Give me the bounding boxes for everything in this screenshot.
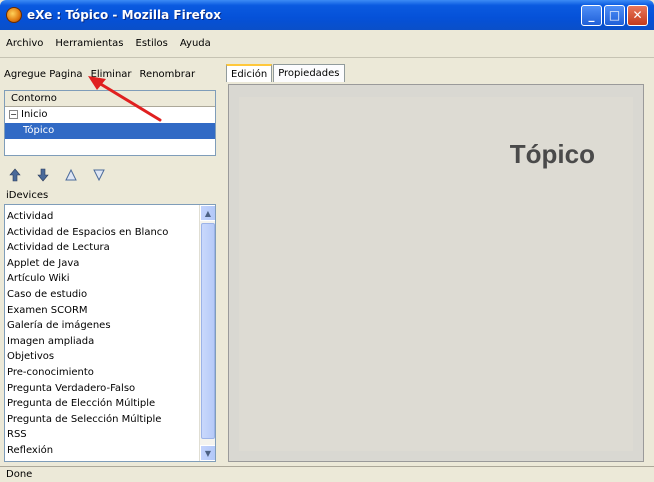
idevice-item[interactable]: Actividad de Lectura [7,240,201,256]
maximize-icon: □ [608,8,621,22]
idevice-item[interactable]: Galería de imágenes [7,318,201,334]
tree-node-label: Tópico [23,125,55,136]
idevice-item[interactable]: Pregunta Verdadero-Falso [7,381,201,397]
page-content: Tópico [239,97,633,451]
idevice-item[interactable]: Examen SCORM [7,303,201,319]
annotation-arrow-icon [88,76,162,122]
idevice-item[interactable]: Artículo Wiki [7,271,201,287]
menu-estilos[interactable]: Estilos [136,38,168,49]
move-up-icon[interactable] [64,168,78,182]
scroll-thumb[interactable] [201,223,215,439]
node-move-toolbar [8,166,106,184]
tree-node-topico[interactable]: Tópico [5,123,215,139]
menu-archivo[interactable]: Archivo [6,38,43,49]
maximize-button[interactable]: □ [604,5,625,26]
idevice-item[interactable]: Pregunta de Elección Múltiple [7,396,201,412]
idevice-item[interactable]: Pre-conocimiento [7,365,201,381]
idevice-item[interactable]: RSS [7,427,201,443]
move-down-icon[interactable] [92,168,106,182]
tab-propiedades[interactable]: Propiedades [273,64,345,82]
window-controls: _ □ ✕ [581,5,648,26]
idevice-item[interactable]: Actividad de Espacios en Blanco [7,225,201,241]
idevices-label: iDevices [6,190,49,201]
promote-icon[interactable] [8,168,22,182]
editor-tabs: Edición Propiedades [226,64,346,82]
tab-edicion[interactable]: Edición [226,64,273,82]
close-button[interactable]: ✕ [627,5,648,26]
editor-pane: Edición Propiedades Tópico [222,58,654,466]
idevice-item[interactable]: Imagen ampliada [7,334,201,350]
idevice-item[interactable]: Actividad [7,209,201,225]
collapse-icon[interactable]: − [9,109,18,119]
page-title: Tópico [509,139,595,169]
idevice-item[interactable]: Applet de Java [7,256,201,272]
idevice-item[interactable]: Reflexión [7,443,201,459]
demote-icon[interactable] [36,168,50,182]
idevice-item[interactable]: Objetivos [7,349,201,365]
menu-ayuda[interactable]: Ayuda [180,38,211,49]
scroll-down-icon: ▼ [204,448,212,458]
add-page-button[interactable]: Agregue Pagina [4,69,83,80]
menu-herramientas[interactable]: Herramientas [55,38,123,49]
idevices-list: Actividad Actividad de Espacios en Blanco… [4,204,216,462]
idevice-item[interactable]: Caso de estudio [7,287,201,303]
window-title: eXe : Tópico - Mozilla Firefox [27,8,221,22]
menu-bar: Archivo Herramientas Estilos Ayuda [0,30,654,58]
scroll-up-button[interactable]: ▲ [200,205,215,221]
title-bar: eXe : Tópico - Mozilla Firefox _ □ ✕ [0,0,654,30]
minimize-button[interactable]: _ [581,5,602,26]
scroll-up-icon: ▲ [204,208,212,218]
status-bar: Done [0,466,654,482]
close-icon: ✕ [632,8,643,22]
minimize-icon: _ [588,8,595,22]
vertical-scrollbar[interactable]: ▲ ▼ [199,205,215,461]
scroll-down-button[interactable]: ▼ [200,445,215,461]
tree-node-label: Inicio [21,109,48,120]
content-frame: Tópico [228,84,644,462]
status-text: Done [6,469,33,480]
idevice-item[interactable]: Pregunta de Selección Múltiple [7,412,201,428]
firefox-icon [6,7,22,23]
